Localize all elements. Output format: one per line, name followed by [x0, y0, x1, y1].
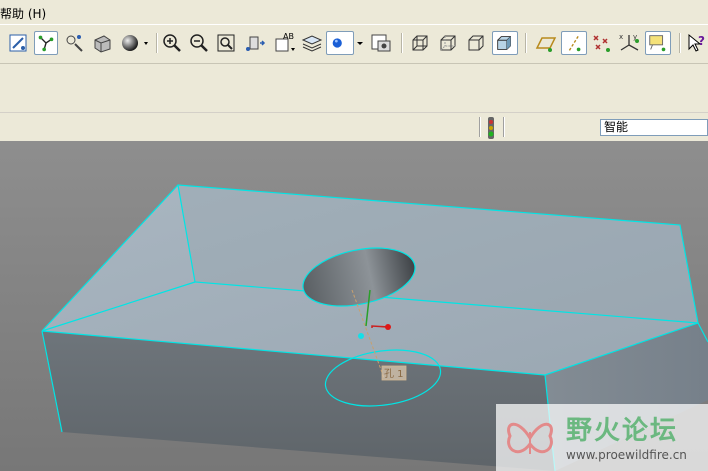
hole-dimension-label[interactable]: 孔 1	[384, 368, 404, 380]
watermark-title: 野火论坛	[566, 416, 679, 446]
spin-center-icon[interactable]	[62, 31, 86, 55]
status-separator	[479, 117, 481, 137]
wireframe-display-icon[interactable]	[90, 31, 114, 55]
shaded-box-icon[interactable]	[492, 31, 518, 55]
datum-points-icon[interactable]	[589, 31, 615, 55]
hidden-line-box-icon[interactable]	[436, 31, 460, 55]
toolbar-separator	[679, 33, 681, 53]
svg-text:?: ?	[698, 34, 705, 48]
datum-planes-icon[interactable]	[533, 31, 559, 55]
datum-axes-icon[interactable]	[561, 31, 587, 55]
toolbar-separator	[401, 33, 403, 53]
drag-handle-red-point[interactable]	[385, 324, 391, 330]
butterfly-logo-icon	[507, 422, 553, 454]
shading-icon[interactable]	[118, 31, 150, 55]
watermark-url: www.proewildfire.cn	[566, 448, 687, 462]
menu-help[interactable]: 帮助 (H)	[0, 5, 46, 22]
datum-axis-toggle-icon[interactable]	[34, 31, 58, 55]
saved-views-icon[interactable]: AB	[271, 31, 297, 55]
no-hidden-box-icon[interactable]	[464, 31, 488, 55]
toolbar-separator	[525, 33, 527, 53]
toolbar: AB xy ?	[0, 25, 708, 64]
sketcher-display-icon[interactable]	[6, 31, 30, 55]
svg-text:x: x	[619, 33, 623, 41]
status-bar: 智能	[0, 112, 708, 142]
status-separator	[503, 117, 505, 137]
appearance-dropdown-arrow[interactable]	[356, 31, 364, 55]
zoom-out-icon[interactable]	[187, 31, 211, 55]
layers-icon[interactable]	[300, 31, 324, 55]
named-view-manager-icon[interactable]	[368, 31, 394, 55]
coordinate-systems-icon[interactable]: xy	[617, 31, 643, 55]
zoom-in-icon[interactable]	[160, 31, 184, 55]
toolbar-blank-area	[0, 64, 708, 112]
menu-bar: 帮助 (H)	[0, 0, 708, 25]
reorient-icon[interactable]	[242, 31, 268, 55]
selection-filter-select[interactable]: 智能	[600, 119, 708, 136]
forum-watermark: 野火论坛 www.proewildfire.cn	[496, 404, 708, 471]
appearance-icon[interactable]	[326, 31, 354, 55]
whats-this-help-icon[interactable]: ?	[686, 31, 708, 55]
wireframe-box-icon[interactable]	[408, 31, 432, 55]
refit-icon[interactable]	[214, 31, 238, 55]
toolbar-separator	[156, 33, 158, 53]
regeneration-status-icon[interactable]	[485, 117, 497, 139]
svg-text:AB: AB	[283, 32, 294, 41]
annotation-display-icon[interactable]	[645, 31, 671, 55]
drag-handle-cyan-point[interactable]	[358, 333, 364, 339]
